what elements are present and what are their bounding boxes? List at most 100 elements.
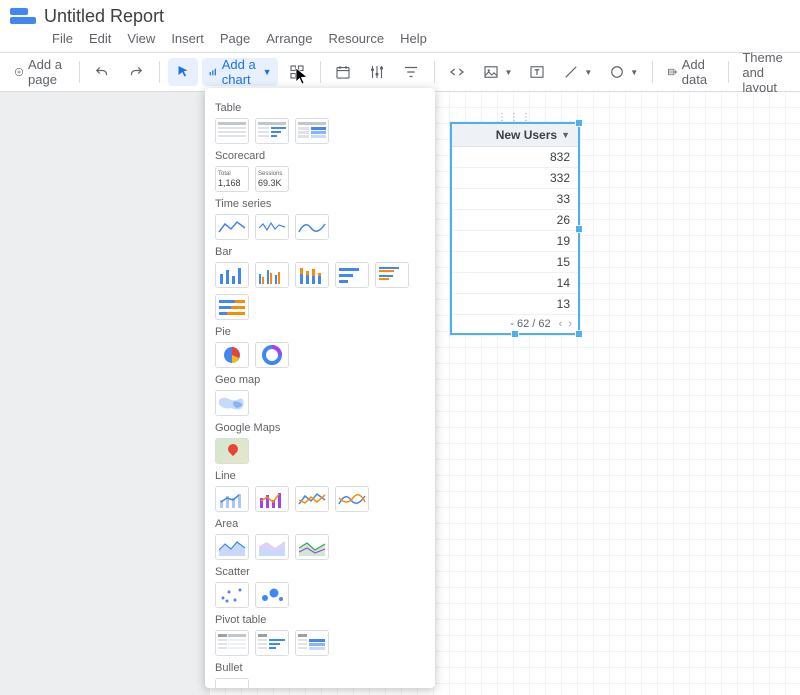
redo-button[interactable] xyxy=(121,58,151,86)
sliders-icon xyxy=(368,63,386,81)
table-column-header[interactable]: New Users ▼ xyxy=(452,124,578,147)
chart-type-geomap[interactable] xyxy=(215,390,249,416)
add-page-button[interactable]: Add a page xyxy=(8,58,71,86)
section-label-table: Table xyxy=(215,102,425,114)
chart-type-pivot[interactable] xyxy=(215,630,249,656)
add-chart-button[interactable]: Add a chart ▼ xyxy=(202,58,278,86)
menu-view[interactable]: View xyxy=(127,31,155,46)
add-data-button[interactable]: Add data xyxy=(661,58,720,86)
scorecard-label: Total xyxy=(218,171,231,177)
add-data-icon xyxy=(667,63,678,81)
document-title[interactable]: Untitled Report xyxy=(44,6,164,27)
section-label-pie: Pie xyxy=(215,326,425,338)
chart-type-table[interactable] xyxy=(215,118,249,144)
section-label-geomap: Geo map xyxy=(215,374,425,386)
chart-type-bar-grouped[interactable] xyxy=(255,262,289,288)
menu-file[interactable]: File xyxy=(52,31,73,46)
chart-type-bubble[interactable] xyxy=(255,582,289,608)
chart-type-donut[interactable] xyxy=(255,342,289,368)
chevron-down-icon: ▼ xyxy=(584,68,592,77)
image-icon xyxy=(482,63,500,81)
add-chart-label: Add a chart xyxy=(222,57,259,87)
undo-button[interactable] xyxy=(87,58,117,86)
menu-edit[interactable]: Edit xyxy=(89,31,111,46)
table-row: 832 xyxy=(452,147,578,168)
chevron-down-icon: ▼ xyxy=(263,67,272,77)
chart-type-pivot-bars[interactable] xyxy=(255,630,289,656)
shape-icon xyxy=(608,63,626,81)
chart-type-area-100[interactable] xyxy=(295,534,329,560)
resize-handle[interactable] xyxy=(575,330,583,338)
pager-next-button[interactable]: › xyxy=(568,318,572,330)
menu-resource[interactable]: Resource xyxy=(328,31,384,46)
scorecard-label: Sessions xyxy=(258,171,282,177)
canvas-gutter xyxy=(0,92,210,695)
date-range-button[interactable] xyxy=(328,58,358,86)
chart-type-line[interactable] xyxy=(295,486,329,512)
text-button[interactable] xyxy=(522,58,552,86)
chart-type-pivot-heatmap[interactable] xyxy=(295,630,329,656)
url-embed-button[interactable] xyxy=(442,58,472,86)
section-label-scatter: Scatter xyxy=(215,566,425,578)
code-icon xyxy=(448,63,466,81)
chart-type-bar-horizontal-grouped[interactable] xyxy=(375,262,409,288)
menu-page[interactable]: Page xyxy=(220,31,250,46)
theme-layout-button[interactable]: Theme and layout xyxy=(736,58,792,86)
filter-control-button[interactable] xyxy=(362,58,392,86)
column-header-label: New Users xyxy=(496,128,557,142)
chart-icon xyxy=(208,63,218,81)
drag-handle-icon[interactable]: ⋮⋮⋮ xyxy=(497,112,533,123)
add-data-label: Add data xyxy=(682,57,714,87)
map-pin-icon xyxy=(226,442,240,456)
scorecard-value: 1,168 xyxy=(218,178,241,188)
chart-type-scorecard[interactable]: Total1,168 xyxy=(215,166,249,192)
data-control-button[interactable] xyxy=(396,58,426,86)
section-label-bar: Bar xyxy=(215,246,425,258)
chart-type-table-bars[interactable] xyxy=(255,118,289,144)
community-viz-button[interactable] xyxy=(282,58,312,86)
chart-type-area[interactable] xyxy=(215,534,249,560)
undo-icon xyxy=(93,63,111,81)
menu-arrange[interactable]: Arrange xyxy=(266,31,312,46)
table-chart-object[interactable]: ⋮⋮⋮ New Users ▼ 832 332 33 26 19 15 14 1… xyxy=(450,122,580,335)
image-button[interactable]: ▼ xyxy=(476,58,518,86)
resize-handle[interactable] xyxy=(575,119,583,127)
toolbar: Add a page Add a chart ▼ ▼ ▼ ▼ Add data … xyxy=(0,52,800,92)
pager-prev-button[interactable]: ‹ xyxy=(559,318,563,330)
line-button[interactable]: ▼ xyxy=(556,58,598,86)
table-row: 15 xyxy=(452,252,578,273)
chart-type-line-combo2[interactable] xyxy=(255,486,289,512)
text-icon xyxy=(528,63,546,81)
menu-help[interactable]: Help xyxy=(400,31,427,46)
theme-layout-label: Theme and layout xyxy=(742,50,786,95)
chart-type-area-stacked[interactable] xyxy=(255,534,289,560)
menu-insert[interactable]: Insert xyxy=(171,31,204,46)
chart-type-line-smooth[interactable] xyxy=(335,486,369,512)
resize-handle[interactable] xyxy=(511,330,519,338)
chart-type-google-maps[interactable] xyxy=(215,438,249,464)
chart-type-scorecard-compact[interactable]: Sessions69.3K xyxy=(255,166,289,192)
chart-type-timeseries-spark[interactable] xyxy=(255,214,289,240)
add-chart-dropdown: Table Scorecard Total1,168 Sessions69.3K… xyxy=(205,88,435,688)
chart-type-line-combo1[interactable] xyxy=(215,486,249,512)
chart-type-bar-column[interactable] xyxy=(215,262,249,288)
chart-type-bullet[interactable] xyxy=(215,678,249,688)
plus-circle-icon xyxy=(14,63,24,81)
chevron-down-icon: ▼ xyxy=(630,68,638,77)
chart-type-bar-horizontal[interactable] xyxy=(335,262,369,288)
chart-type-bar-horizontal-stacked[interactable] xyxy=(215,294,249,320)
table-row: 19 xyxy=(452,231,578,252)
chart-type-bar-stacked[interactable] xyxy=(295,262,329,288)
shape-button[interactable]: ▼ xyxy=(602,58,644,86)
table-row: 14 xyxy=(452,273,578,294)
chevron-down-icon: ▼ xyxy=(561,130,570,140)
chart-type-timeseries[interactable] xyxy=(215,214,249,240)
chart-type-timeseries-smooth[interactable] xyxy=(295,214,329,240)
menu-bar: File Edit View Insert Page Arrange Resou… xyxy=(10,27,790,52)
select-tool-button[interactable] xyxy=(168,58,198,86)
resize-handle[interactable] xyxy=(575,225,583,233)
calendar-icon xyxy=(334,63,352,81)
chart-type-table-heatmap[interactable] xyxy=(295,118,329,144)
chart-type-pie[interactable] xyxy=(215,342,249,368)
chart-type-scatter[interactable] xyxy=(215,582,249,608)
